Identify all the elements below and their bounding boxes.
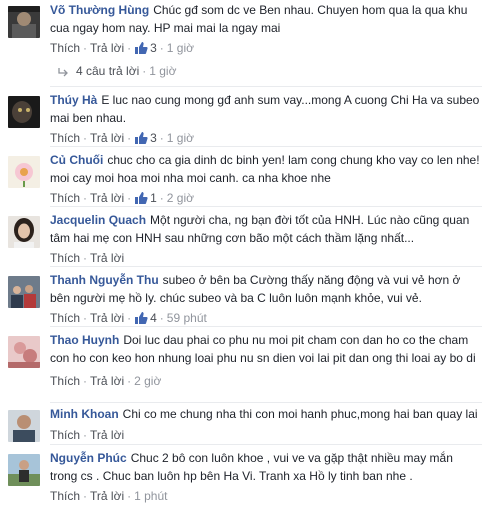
like-button[interactable]: Thích bbox=[50, 251, 80, 265]
comment-author-link[interactable]: Thúy Hà bbox=[50, 93, 97, 107]
comment-actions: Thích · Trả lời bbox=[50, 251, 125, 265]
comment-author-link[interactable]: Jacquelin Quach bbox=[50, 213, 146, 227]
reply-button[interactable]: Trả lời bbox=[90, 131, 124, 145]
like-button[interactable]: Thích bbox=[50, 41, 80, 55]
avatar[interactable] bbox=[8, 6, 40, 38]
comment-author-link[interactable]: Thanh Nguyễn Thu bbox=[50, 273, 159, 287]
comment-text: Nguyễn Phúc Chuc 2 bô con luôn khoe , vui… bbox=[50, 450, 482, 485]
like-count[interactable]: 4 bbox=[134, 311, 157, 325]
like-button[interactable]: Thích bbox=[50, 191, 80, 205]
divider bbox=[50, 146, 482, 147]
view-replies-link[interactable]: 4 câu trả lời · 1 giờ bbox=[58, 64, 176, 78]
comment-author-link[interactable]: Nguyễn Phúc bbox=[50, 451, 127, 465]
reply-button[interactable]: Trả lời bbox=[90, 428, 124, 442]
comment-author-link[interactable]: Thao Huynh bbox=[50, 333, 119, 347]
comment-author-link[interactable]: Minh Khoan bbox=[50, 407, 119, 421]
comment-actions: Thích · Trả lời · 1 · 2 giờ bbox=[50, 191, 195, 205]
reply-button[interactable]: Trả lời bbox=[90, 251, 124, 265]
divider bbox=[50, 266, 482, 267]
comment-text: Jacquelin Quach Một người cha, ng bạn đời… bbox=[50, 212, 482, 247]
reply-button[interactable]: Trả lời bbox=[90, 41, 124, 55]
comment-message: Chi co me chung nha thi con moi hanh phu… bbox=[122, 407, 478, 421]
comment-text: Thúy Hà E luc nao cung mong gđ anh sum va… bbox=[50, 92, 482, 127]
comment-text: Thao Huynh Doi luc dau phai co phu nu moi… bbox=[50, 332, 482, 367]
comment-actions: Thích · Trả lời · 4 · 59 phút bbox=[50, 311, 207, 325]
comment-time[interactable]: 1 giờ bbox=[167, 41, 194, 55]
like-button[interactable]: Thích bbox=[50, 374, 80, 388]
divider bbox=[50, 86, 482, 87]
comment-actions: Thích · Trả lời · 3 · 1 giờ bbox=[50, 131, 195, 145]
thumbs-up-icon bbox=[135, 312, 148, 324]
like-button[interactable]: Thích bbox=[50, 489, 80, 503]
comment-time[interactable]: 1 phút bbox=[134, 489, 167, 503]
avatar[interactable] bbox=[8, 276, 40, 308]
avatar[interactable] bbox=[8, 410, 40, 442]
comment-time[interactable]: 2 giờ bbox=[134, 374, 161, 388]
reply-button[interactable]: Trả lời bbox=[90, 489, 124, 503]
like-count[interactable]: 1 bbox=[134, 191, 157, 205]
divider bbox=[50, 326, 482, 327]
like-button[interactable]: Thích bbox=[50, 131, 80, 145]
avatar[interactable] bbox=[8, 454, 40, 486]
avatar[interactable] bbox=[8, 336, 40, 368]
comment-actions: Thích · Trả lời bbox=[50, 427, 125, 442]
like-count[interactable]: 3 bbox=[134, 41, 157, 55]
replies-time: 1 giờ bbox=[149, 64, 177, 78]
like-button[interactable]: Thích bbox=[50, 428, 80, 442]
comment-actions: Thích · Trả lời · 3 · 1 giờ bbox=[50, 41, 195, 55]
reply-button[interactable]: Trả lời bbox=[90, 374, 124, 388]
comment-author-link[interactable]: Củ Chuối bbox=[50, 153, 103, 167]
comment-actions: Thích · Trả lời · 2 giờ bbox=[50, 374, 162, 388]
avatar[interactable] bbox=[8, 156, 40, 188]
reply-button[interactable]: Trả lời bbox=[90, 191, 124, 205]
comment-time[interactable]: 1 giờ bbox=[167, 131, 194, 145]
thumbs-up-icon bbox=[135, 42, 148, 54]
comment-actions: Thích · Trả lời · 1 phút bbox=[50, 489, 168, 503]
reply-arrow-icon bbox=[58, 68, 68, 77]
avatar[interactable] bbox=[8, 216, 40, 248]
comment-text: Củ Chuối chuc cho ca gia dinh dc binh yen… bbox=[50, 152, 482, 187]
comment-text: Thanh Nguyễn Thu subeo ở bên ba Cường thấ… bbox=[50, 272, 482, 307]
divider bbox=[50, 206, 482, 207]
divider bbox=[50, 444, 482, 445]
divider bbox=[50, 402, 482, 403]
like-button[interactable]: Thích bbox=[50, 311, 80, 325]
comment-message: chuc cho ca gia dinh dc binh yen! lam co… bbox=[50, 153, 480, 185]
comment-text: Minh Khoan Chi co me chung nha thi con mo… bbox=[50, 406, 482, 424]
comment-author-link[interactable]: Võ Thường Hùng bbox=[50, 3, 149, 17]
comment-message: E luc nao cung mong gđ anh sum vay...mon… bbox=[50, 93, 480, 125]
replies-count[interactable]: 4 câu trả lời bbox=[76, 64, 139, 78]
thumbs-up-icon bbox=[135, 132, 148, 144]
reply-button[interactable]: Trả lời bbox=[90, 311, 124, 325]
comment-time[interactable]: 2 giờ bbox=[167, 191, 194, 205]
comment-time[interactable]: 59 phút bbox=[167, 311, 207, 325]
avatar[interactable] bbox=[8, 96, 40, 128]
thumbs-up-icon bbox=[135, 192, 148, 204]
like-count[interactable]: 3 bbox=[134, 131, 157, 145]
comment-text: Võ Thường Hùng Chúc gđ som dc ve Ben nhau… bbox=[50, 2, 482, 37]
